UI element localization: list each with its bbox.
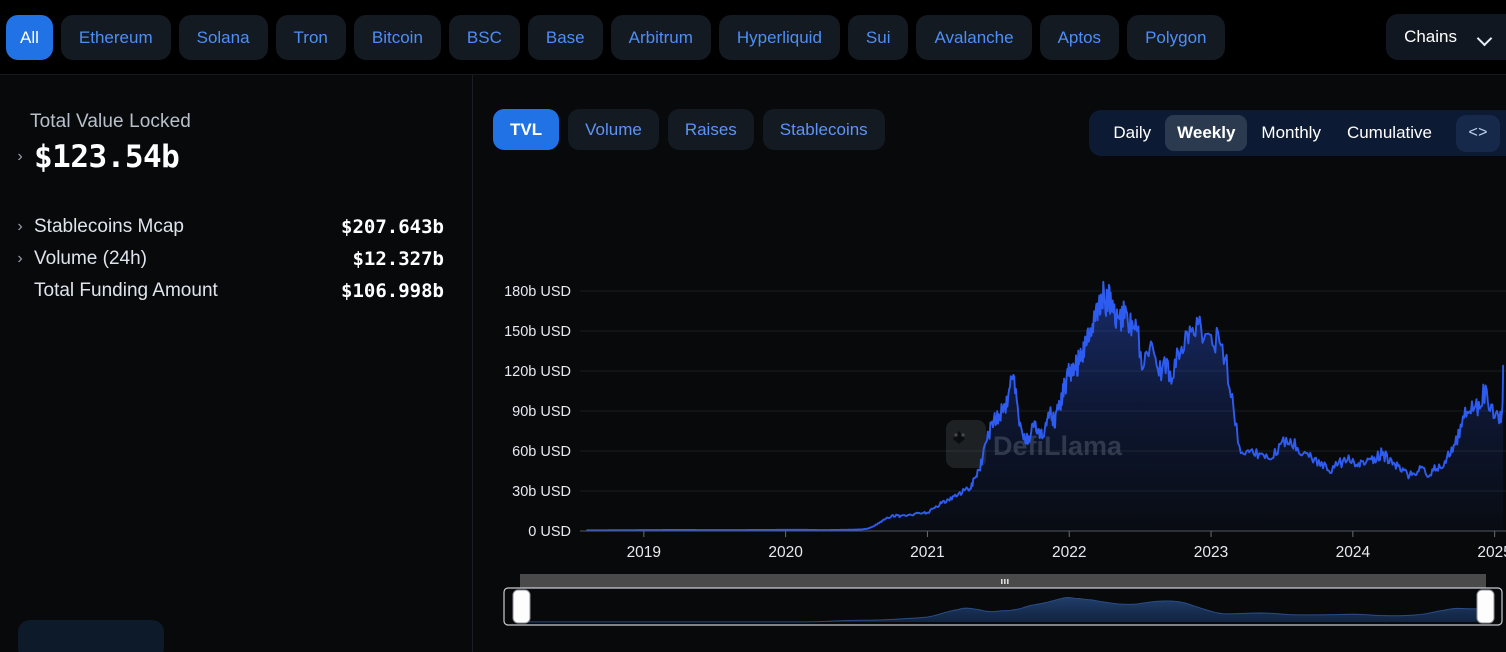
chain-pill-ethereum[interactable]: Ethereum (60, 14, 171, 60)
x-tick-label: 2024 (1336, 544, 1371, 561)
chain-pill-bitcoin[interactable]: Bitcoin (353, 14, 441, 60)
chain-pill-aptos[interactable]: Aptos (1039, 14, 1120, 60)
x-tick-label: 2019 (627, 544, 661, 561)
chains-dropdown-label: Chains (1404, 27, 1457, 46)
stat-value: $12.327b (352, 248, 444, 270)
x-axis-ticks (643, 531, 1496, 537)
chains-dropdown[interactable]: Chains (1386, 14, 1506, 60)
tvl-row[interactable]: › $123.54b (12, 139, 444, 175)
chain-pill-label: Hyperliquid (736, 27, 822, 47)
chevron-down-icon (1479, 33, 1492, 41)
chain-pill-sui[interactable]: Sui (847, 14, 909, 60)
y-tick-label: 30b USD (512, 484, 571, 500)
brush-handle-left[interactable] (512, 589, 531, 624)
chain-pill-label: Bitcoin (371, 27, 423, 47)
stat-value: $207.643b (341, 216, 444, 238)
y-tick-label: 150b USD (504, 324, 571, 340)
chain-pill-label: Tron (293, 27, 328, 47)
bottom-partial-card[interactable] (18, 620, 164, 652)
y-tick-label: 120b USD (504, 364, 571, 380)
chevron-right-icon: › (17, 250, 23, 267)
stat-list: › Stablecoins Mcap $207.643b › Volume (2… (12, 211, 444, 307)
stat-label: Stablecoins Mcap (34, 216, 184, 237)
chain-pill-label: Ethereum (78, 27, 153, 47)
chain-pill-label: Sui (865, 27, 891, 47)
chain-pill-label: Base (545, 27, 585, 47)
chevron-right-icon: › (17, 148, 23, 165)
defillama-page: All Ethereum Solana Tron Bitcoin BSC Bas… (0, 0, 1506, 652)
x-tick-label: 2021 (910, 544, 944, 561)
brush-handle-right[interactable] (1476, 589, 1495, 624)
x-tick-label: 2025 (1477, 544, 1506, 561)
chain-pill-label: All (20, 27, 39, 47)
stat-label: Total Funding Amount (34, 280, 218, 301)
tvl-value: $123.54b (34, 139, 180, 175)
chain-pill-solana[interactable]: Solana (178, 14, 268, 60)
chain-pill-all[interactable]: All (6, 14, 53, 60)
x-tick-label: 2020 (768, 544, 803, 561)
y-tick-label: 180b USD (504, 284, 571, 300)
brush-drag-bar[interactable] (520, 574, 1486, 588)
chain-pill-avalanche[interactable]: Avalanche (916, 14, 1032, 60)
chain-pill-base[interactable]: Base (527, 14, 603, 60)
stats-panel: Total Value Locked › $123.54b › Stableco… (0, 75, 472, 652)
x-tick-label: 2023 (1194, 544, 1228, 561)
tvl-label: Total Value Locked (30, 111, 191, 132)
stat-label: Volume (24h) (34, 248, 148, 269)
stat-value: $106.998b (341, 280, 444, 302)
chain-pill-polygon[interactable]: Polygon (1127, 14, 1225, 60)
y-tick-label: 60b USD (512, 444, 571, 460)
chain-filter-bar: All Ethereum Solana Tron Bitcoin BSC Bas… (0, 0, 1506, 74)
x-tick-label: 2022 (1052, 544, 1086, 561)
brush-mini-area (527, 597, 1484, 622)
chain-pill-label: Aptos (1057, 27, 1102, 47)
stat-row-total-funding-amount: Total Funding Amount $106.998b (12, 275, 444, 307)
stat-row-volume-24h[interactable]: › Volume (24h) $12.327b (12, 243, 444, 275)
chain-pill-label: BSC (466, 27, 502, 47)
chain-pill-label: Solana (196, 27, 250, 47)
y-tick-label: 90b USD (512, 404, 571, 420)
brush-grip-icon (1001, 579, 1009, 584)
chain-pill-bsc[interactable]: BSC (448, 14, 520, 60)
chain-pill-label: Avalanche (934, 27, 1014, 47)
tvl-area-chart: 0 USD 30b USD 60b USD 90b USD 120b USD 150b U… (504, 280, 1506, 561)
y-tick-label: 0 USD (528, 524, 571, 540)
chart-panel: TVL Volume Raises Stablecoins Daily Week… (473, 75, 1506, 652)
chain-pill-label: Polygon (1145, 27, 1207, 47)
chart-range-brush[interactable] (500, 572, 1506, 627)
y-axis-labels: 0 USD 30b USD 60b USD 90b USD 120b USD 150b U… (504, 284, 571, 540)
chain-pill-hyperliquid[interactable]: Hyperliquid (718, 14, 840, 60)
chain-pill-tron[interactable]: Tron (275, 14, 346, 60)
stat-row-stablecoins-mcap[interactable]: › Stablecoins Mcap $207.643b (12, 211, 444, 243)
chain-pill-arbitrum[interactable]: Arbitrum (610, 14, 711, 60)
tvl-area-fill (587, 281, 1504, 531)
chevron-right-icon: › (17, 218, 23, 235)
chain-pill-label: Arbitrum (628, 27, 693, 47)
x-axis-labels: 2019 2020 2021 2022 2023 2024 2025 (627, 544, 1506, 561)
